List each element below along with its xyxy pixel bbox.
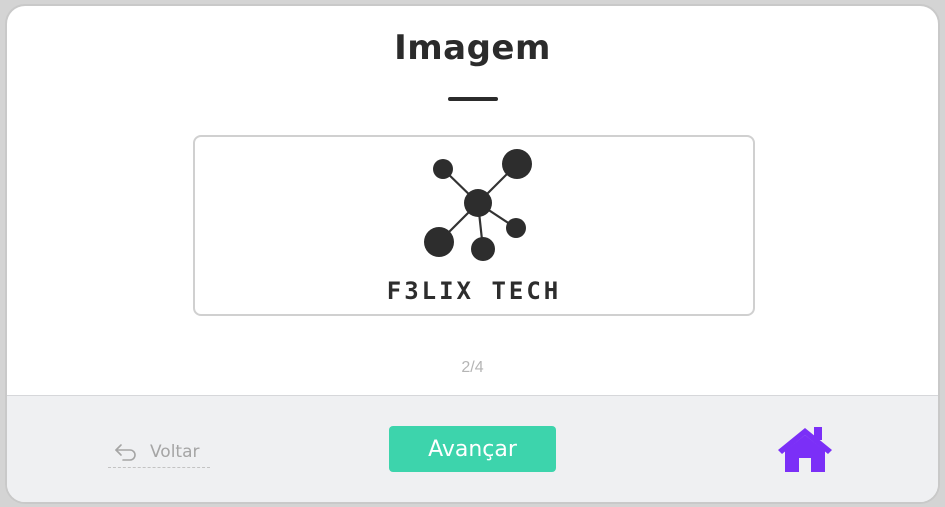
image-frame: F3LIX TECH: [193, 135, 755, 316]
back-label: Voltar: [150, 441, 200, 462]
title-underline: [448, 97, 498, 101]
back-button[interactable]: Voltar: [108, 436, 210, 468]
slide-card: Imagem F3LIX TECH 2/4 Voltar Avançar: [5, 4, 940, 504]
home-icon[interactable]: [776, 424, 834, 474]
network-nodes-logo-icon: [424, 149, 532, 261]
page-indicator: 2/4: [461, 359, 484, 376]
page-title: Imagem: [394, 28, 551, 68]
footer-bar: Voltar Avançar: [7, 395, 938, 502]
next-button[interactable]: Avançar: [389, 426, 556, 472]
undo-arrow-icon: [115, 443, 136, 461]
logo-text: F3LIX TECH: [386, 277, 562, 305]
